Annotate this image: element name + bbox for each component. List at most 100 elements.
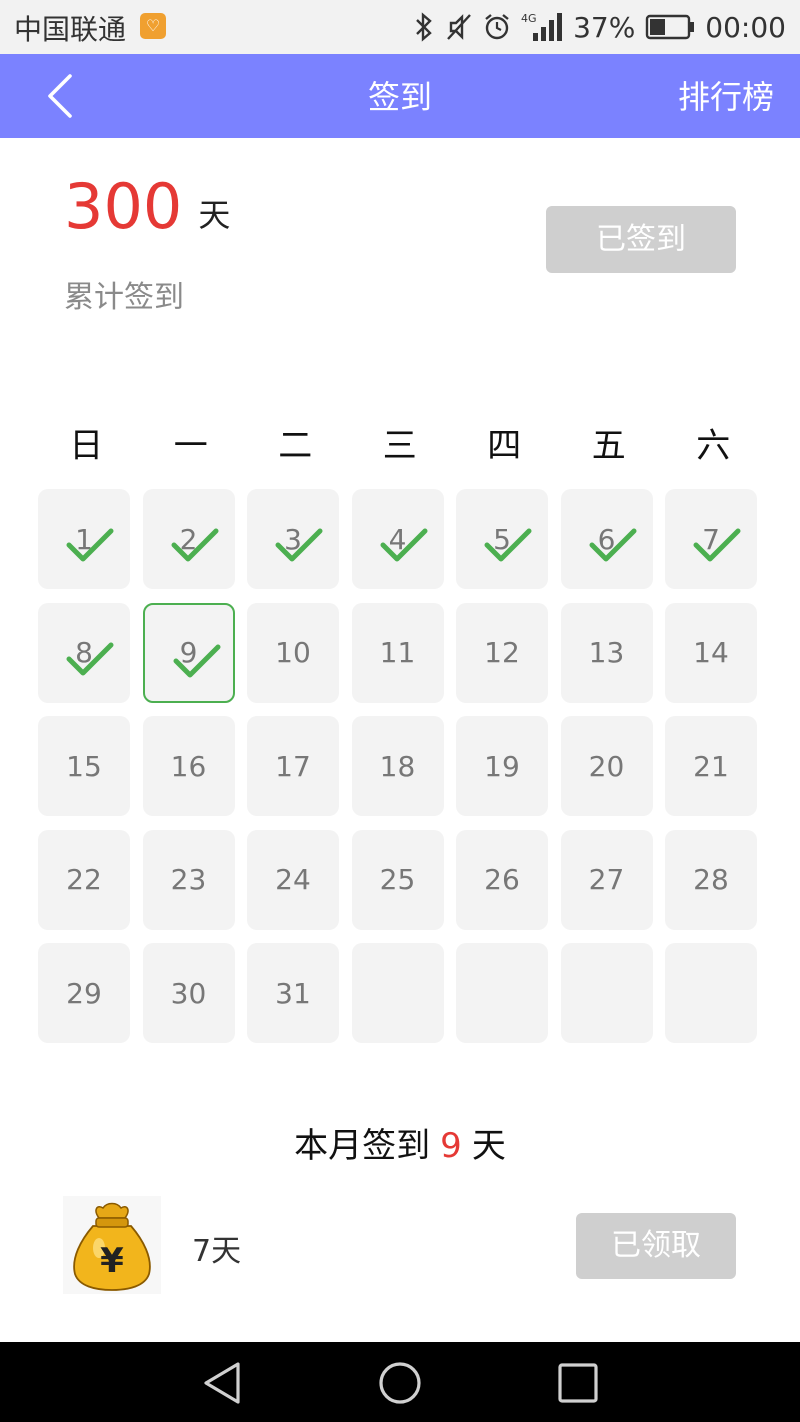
signed-in-button[interactable]: 已签到: [546, 206, 736, 273]
calendar-day[interactable]: 11: [351, 602, 444, 703]
day-number: 15: [66, 749, 102, 783]
calendar-day[interactable]: 23: [142, 829, 235, 930]
carrier-name: 中国联通: [14, 13, 127, 46]
day-number: 31: [275, 976, 311, 1010]
day-number: 25: [379, 863, 416, 896]
calendar-day[interactable]: 17: [247, 716, 339, 816]
reward-days-label: 7天: [192, 1234, 242, 1269]
day-number: 23: [170, 863, 207, 896]
weekday-label: 日: [69, 426, 104, 466]
check-icon: [66, 642, 114, 675]
svg-text:¥: ¥: [100, 1241, 124, 1281]
money-bag-icon: ¥: [63, 1196, 161, 1294]
day-number: 13: [588, 636, 625, 669]
calendar-day[interactable]: 29: [38, 943, 130, 1043]
calendar-day[interactable]: 13: [560, 602, 653, 703]
day-number: 12: [484, 636, 520, 669]
calendar-day[interactable]: 4: [351, 489, 444, 589]
calendar-day[interactable]: 20: [560, 716, 653, 816]
day-number: 10: [275, 636, 311, 669]
monthly-checkin: 本月签到 9 天: [0, 1118, 800, 1167]
day-number: 27: [588, 863, 625, 896]
total-days-unit: 天: [198, 196, 231, 234]
calendar-day[interactable]: 1: [38, 489, 130, 589]
alarm-icon: [485, 14, 509, 40]
battery-percent: 37%: [573, 10, 636, 44]
calendar-day[interactable]: 19: [456, 716, 548, 816]
calendar-day[interactable]: 31: [247, 943, 339, 1043]
total-checkin-label: 累计签到: [64, 280, 184, 315]
check-icon: [66, 528, 114, 562]
check-icon: [484, 528, 532, 562]
calendar-day[interactable]: 26: [456, 829, 548, 930]
weekday-label: 六: [696, 426, 731, 466]
day-number: 17: [275, 749, 311, 783]
recents-square-icon[interactable]: [555, 1360, 601, 1406]
weekday-label: 二: [278, 426, 313, 466]
monthly-checkin-label: 本月签到: [294, 1126, 431, 1166]
leaderboard-button[interactable]: 排行榜: [678, 72, 774, 118]
calendar-day[interactable]: 7: [665, 489, 757, 589]
calendar-day[interactable]: 15: [38, 716, 130, 816]
calendar-day[interactable]: 18: [351, 716, 444, 816]
calendar-day[interactable]: 22: [38, 829, 130, 930]
calendar-day[interactable]: 2: [142, 489, 235, 589]
calendar-day[interactable]: 16: [142, 716, 235, 816]
svg-text:4G: 4G: [521, 12, 537, 25]
calendar-day-empty: [456, 943, 548, 1043]
signal-icon: 4G: [521, 12, 563, 41]
day-number: 19: [484, 749, 520, 783]
day-number: 28: [693, 863, 729, 896]
check-icon: [171, 528, 218, 562]
calendar-day[interactable]: 3: [247, 489, 339, 589]
day-number: 21: [693, 749, 729, 783]
calendar-day[interactable]: 28: [665, 829, 757, 930]
calendar-day[interactable]: 25: [351, 829, 444, 930]
check-icon: [589, 528, 636, 562]
weekday-label: 四: [487, 426, 522, 466]
total-days-count: 300: [64, 170, 183, 243]
day-number: 24: [275, 863, 311, 896]
check-icon: [275, 528, 323, 562]
calendar-day-empty: [665, 943, 757, 1043]
back-triangle-icon[interactable]: [200, 1360, 246, 1406]
status-bar: 中国联通 ♡ 4G 37% 00:00: [0, 0, 800, 54]
day-number: 26: [484, 863, 520, 896]
monthly-checkin-unit: 天: [471, 1126, 506, 1166]
weekday-header: 日一二三四五六: [34, 418, 766, 467]
calendar-day[interactable]: 8: [38, 602, 130, 703]
weekday-label: 一: [173, 426, 208, 466]
day-number: 16: [170, 749, 207, 783]
monthly-checkin-count: 9: [440, 1126, 462, 1166]
calendar-day[interactable]: 9: [142, 602, 235, 703]
day-number: 18: [379, 749, 416, 783]
day-number: 11: [379, 636, 416, 669]
calendar-day[interactable]: 10: [247, 602, 339, 703]
weekday-label: 三: [382, 426, 417, 466]
day-number: 29: [66, 976, 102, 1010]
total-checkin: 300 天: [64, 174, 230, 240]
back-button[interactable]: [36, 70, 88, 122]
claimed-button[interactable]: 已领取: [576, 1213, 736, 1279]
mute-icon: [447, 14, 471, 40]
calendar-day[interactable]: 6: [560, 489, 653, 589]
calendar-day[interactable]: 27: [560, 829, 653, 930]
clock: 00:00: [705, 10, 786, 44]
notification-icon: ♡: [140, 13, 166, 39]
app-header: 签到 排行榜: [0, 54, 800, 138]
calendar-day[interactable]: 5: [456, 489, 548, 589]
calendar-day-empty: [351, 943, 444, 1043]
check-icon: [380, 528, 427, 562]
check-icon: [693, 528, 741, 562]
calendar-grid: 1 2 3 4 5 6 7 8 9 10 11 12 13 14 15 16 17 18 19 20 21 22 23 24 2…: [38, 489, 762, 1043]
calendar-day[interactable]: 21: [665, 716, 757, 816]
day-number: 14: [693, 636, 729, 669]
home-circle-icon[interactable]: [377, 1360, 423, 1406]
day-number: 22: [66, 863, 102, 896]
weekday-label: 五: [591, 426, 626, 466]
calendar-day[interactable]: 12: [456, 602, 548, 703]
calendar-day[interactable]: 30: [142, 943, 235, 1043]
calendar-day[interactable]: 24: [247, 829, 339, 930]
check-icon: [173, 644, 220, 677]
calendar-day[interactable]: 14: [665, 602, 757, 703]
